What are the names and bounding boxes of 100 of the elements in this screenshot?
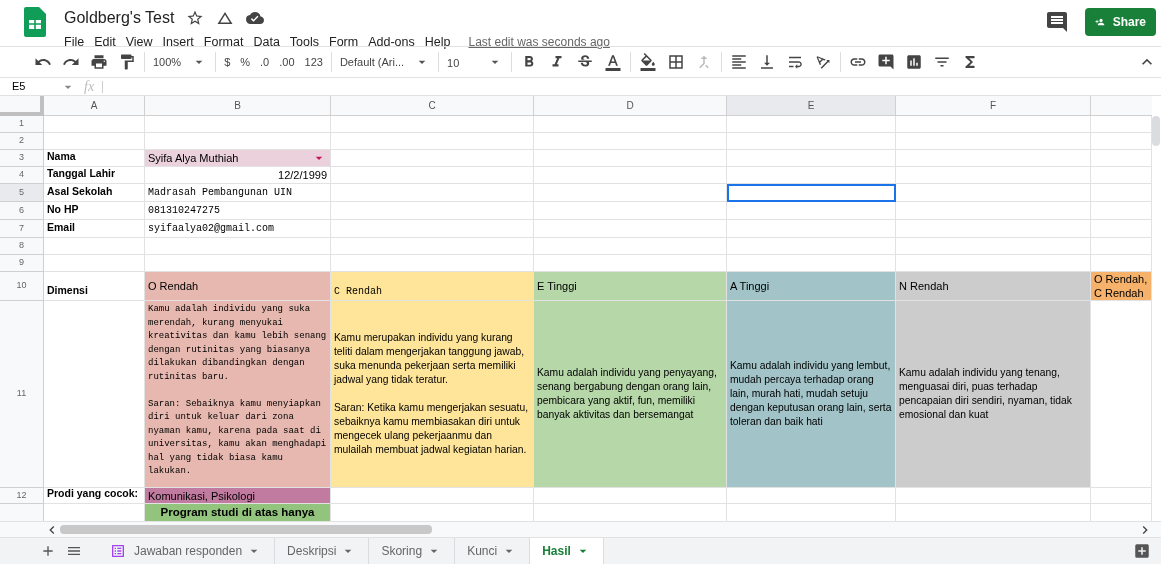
row-header[interactable]: 5 bbox=[0, 184, 44, 202]
empty-cell[interactable] bbox=[727, 133, 896, 150]
row-header[interactable]: 10 bbox=[0, 272, 44, 301]
empty-cell[interactable] bbox=[145, 116, 331, 133]
empty-cell[interactable] bbox=[534, 488, 727, 504]
align-left-icon[interactable] bbox=[730, 53, 749, 71]
empty-cell[interactable] bbox=[727, 167, 896, 184]
percent-button[interactable]: % bbox=[240, 53, 251, 71]
menu-item[interactable]: Tools bbox=[289, 33, 320, 52]
paint-format-icon[interactable] bbox=[118, 53, 136, 71]
column-header[interactable]: C bbox=[331, 96, 534, 116]
name-box[interactable]: E5 bbox=[0, 78, 60, 95]
column-header[interactable]: D bbox=[534, 96, 727, 116]
empty-cell[interactable] bbox=[896, 488, 1091, 504]
print-icon[interactable] bbox=[90, 53, 108, 71]
increase-decimal-button[interactable]: .00 bbox=[279, 53, 295, 71]
last-edit-link[interactable]: Last edit was seconds ago bbox=[468, 33, 610, 52]
row-header[interactable]: 2 bbox=[0, 133, 44, 150]
comment-icon[interactable] bbox=[1045, 10, 1069, 34]
chart-icon[interactable] bbox=[905, 53, 924, 71]
menu-item[interactable]: Insert bbox=[162, 33, 194, 52]
zoom-select[interactable]: 100% bbox=[153, 53, 182, 71]
empty-cell[interactable] bbox=[727, 488, 896, 504]
empty-cell[interactable] bbox=[727, 202, 896, 220]
column-header[interactable]: B bbox=[145, 96, 331, 116]
empty-cell[interactable] bbox=[534, 220, 727, 238]
fill-color-icon[interactable] bbox=[639, 53, 658, 71]
menu-item[interactable]: Format bbox=[203, 33, 244, 52]
empty-cell[interactable] bbox=[331, 220, 534, 238]
empty-cell[interactable] bbox=[896, 184, 1091, 202]
empty-cell[interactable] bbox=[145, 238, 331, 255]
sheet-tab[interactable]: Deskripsi bbox=[275, 538, 370, 564]
menu-item[interactable]: Help bbox=[424, 33, 451, 52]
star-icon[interactable] bbox=[186, 9, 205, 27]
currency-button[interactable]: $ bbox=[224, 53, 231, 71]
empty-cell[interactable] bbox=[896, 150, 1091, 167]
empty-cell[interactable] bbox=[534, 238, 727, 255]
empty-cell[interactable] bbox=[534, 167, 727, 184]
empty-cell[interactable] bbox=[534, 202, 727, 220]
empty-cell[interactable] bbox=[896, 220, 1091, 238]
spreadsheet-logo[interactable] bbox=[24, 7, 46, 37]
row-header[interactable]: 7 bbox=[0, 220, 44, 238]
add-sheet-icon[interactable] bbox=[40, 543, 56, 559]
empty-cell[interactable] bbox=[727, 116, 896, 133]
column-header[interactable]: E bbox=[727, 96, 896, 116]
empty-cell[interactable] bbox=[896, 167, 1091, 184]
share-button[interactable]: Share bbox=[1085, 8, 1156, 36]
empty-cell[interactable] bbox=[331, 116, 534, 133]
row-header[interactable]: 12 bbox=[0, 488, 44, 504]
selected-cell[interactable] bbox=[727, 184, 896, 202]
empty-cell[interactable] bbox=[534, 150, 727, 167]
explore-icon[interactable] bbox=[1133, 542, 1151, 560]
menu-item[interactable]: Edit bbox=[94, 33, 116, 52]
empty-cell[interactable] bbox=[727, 238, 896, 255]
horizontal-scrollbar[interactable] bbox=[60, 525, 432, 534]
document-title[interactable]: Goldberg's Test bbox=[64, 6, 175, 30]
text-color-icon[interactable] bbox=[604, 53, 623, 71]
menu-item[interactable]: Data bbox=[253, 33, 280, 52]
row-header[interactable]: 8 bbox=[0, 238, 44, 255]
number-format-button[interactable]: 123 bbox=[304, 53, 323, 71]
table-cell: N Rendah bbox=[896, 272, 1091, 301]
row-header[interactable]: 4 bbox=[0, 167, 44, 184]
empty-cell[interactable] bbox=[331, 133, 534, 150]
column-header[interactable]: F bbox=[896, 96, 1091, 116]
empty-cell[interactable] bbox=[727, 220, 896, 238]
empty-cell[interactable] bbox=[896, 202, 1091, 220]
borders-icon[interactable] bbox=[667, 53, 686, 71]
sheet-tab[interactable]: Skoring bbox=[369, 538, 456, 564]
table-cell: Kamu merupakan individu yang kurang teliti dalam mengerjakan tanggung jawab, suka menunda pekerjaan serta memiliki jadwal yang tidak teratur. Saran: Ketika kamu mengerjakan sesuatu, sebaiknya kamu membiasakan diri untuk mengecek ulang pekerjaanmu dan mulailah membuat jadwal kegiatan harian. bbox=[331, 301, 534, 488]
row-header[interactable]: 1 bbox=[0, 116, 44, 133]
empty-cell[interactable] bbox=[896, 116, 1091, 133]
empty-cell[interactable] bbox=[534, 116, 727, 133]
menu-item[interactable]: View bbox=[125, 33, 153, 52]
row-header[interactable]: 11 bbox=[0, 301, 44, 488]
row-header[interactable]: 9 bbox=[0, 255, 44, 272]
table-cell: Kamu adalah individu yang penyayang, senang bergabung dengan orang lain, pembicara yang aktif, fun, memiliki banyak aktivitas dan bersemangat bbox=[534, 301, 727, 488]
empty-cell[interactable] bbox=[727, 150, 896, 167]
row-header[interactable]: 3 bbox=[0, 150, 44, 167]
add-comment-icon[interactable] bbox=[877, 53, 896, 71]
empty-cell[interactable] bbox=[331, 184, 534, 202]
menu-item[interactable]: Form bbox=[329, 33, 359, 52]
sheet-tab[interactable]: Hasil bbox=[530, 538, 604, 564]
empty-cell[interactable] bbox=[331, 202, 534, 220]
empty-cell[interactable] bbox=[896, 133, 1091, 150]
font-size-select[interactable]: 10 bbox=[447, 57, 460, 69]
menu-item[interactable]: Add-ons bbox=[368, 33, 415, 52]
table-cell: O Rendah, C Rendah bbox=[1091, 272, 1152, 301]
vertical-scrollbar[interactable] bbox=[1152, 116, 1160, 146]
column-header[interactable]: A bbox=[44, 96, 145, 116]
row-header[interactable]: 6 bbox=[0, 202, 44, 220]
decrease-decimal-button[interactable]: .0 bbox=[260, 53, 270, 71]
empty-cell[interactable] bbox=[534, 184, 727, 202]
empty-cell[interactable] bbox=[331, 238, 534, 255]
table-cell: Tanggal Lahir bbox=[44, 167, 145, 184]
empty-cell[interactable] bbox=[534, 133, 727, 150]
empty-cell[interactable] bbox=[331, 167, 534, 184]
empty-cell[interactable] bbox=[896, 238, 1091, 255]
menu-item[interactable]: File bbox=[64, 33, 85, 52]
sheet-tab[interactable]: Jawaban responden bbox=[98, 538, 276, 564]
font-select[interactable]: Default (Ari... bbox=[339, 53, 405, 71]
